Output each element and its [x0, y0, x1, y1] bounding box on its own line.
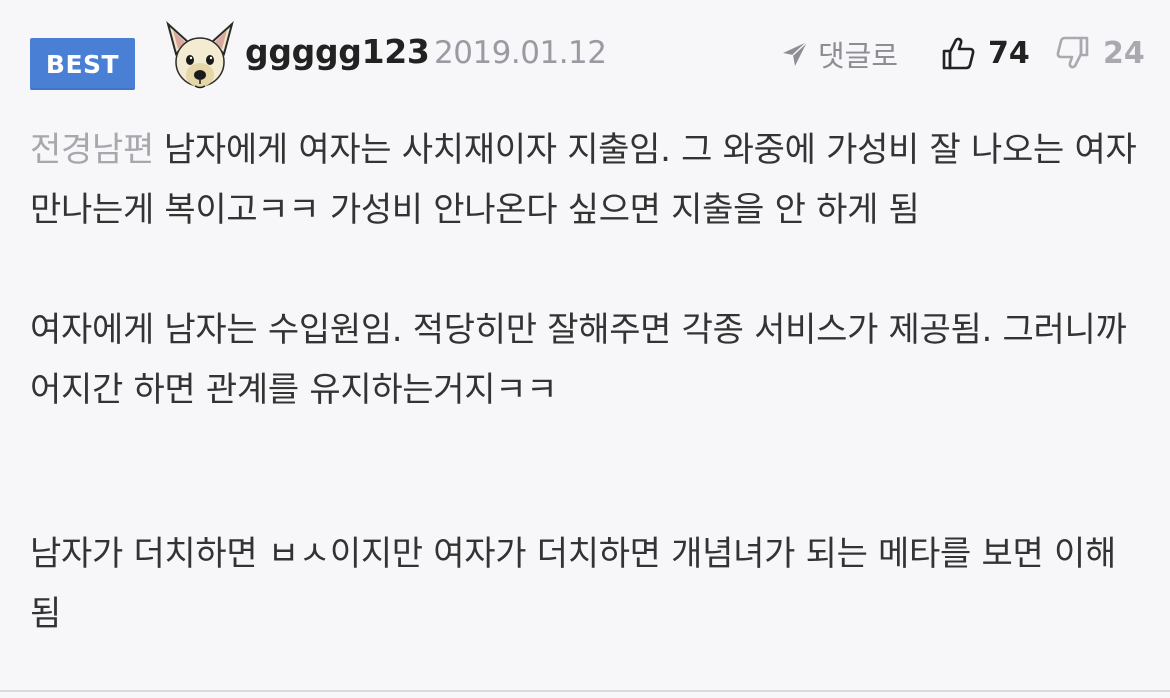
comment-paragraph: 여자에게 남자는 수입원임. 적당히만 잘해주면 각종 서비스가 제공됨. 그러…: [30, 310, 1127, 410]
reply-label: 댓글로: [818, 39, 899, 73]
user-avatar[interactable]: [162, 20, 238, 96]
best-badge: BEST: [30, 38, 135, 90]
like-count: 74: [988, 35, 1030, 71]
thumbs-up-icon: [942, 37, 975, 70]
dislike-button[interactable]: 24: [1055, 32, 1145, 74]
reply-button[interactable]: 댓글로: [780, 34, 898, 74]
dislike-count: 24: [1103, 35, 1145, 71]
paragraph-text: 남자에게 여자는 사치재이자 지출임. 그 와중에 가성비 잘 나오는 여자 만…: [30, 130, 1137, 230]
thumbs-down-icon: [1056, 36, 1089, 69]
username[interactable]: ggggg123: [245, 32, 430, 71]
like-button[interactable]: 74: [940, 32, 1030, 74]
comment-header: BEST ggggg123 2019.01.12 댓글로 74 24: [0, 0, 1170, 110]
comment-paragraph: 전경남편 남자에게 여자는 사치재이자 지출임. 그 와중에 가성비 잘 나오는 …: [30, 120, 1140, 240]
send-arrow-icon: [783, 41, 808, 66]
reply-to-user[interactable]: 전경남편: [30, 130, 154, 170]
comment-date: 2019.01.12: [434, 35, 607, 71]
comment-body: 전경남편 남자에게 여자는 사치재이자 지출임. 그 와중에 가성비 잘 나오는 …: [30, 120, 1140, 644]
comment-card: BEST ggggg123 2019.01.12 댓글로 74 24 전경남편 …: [0, 0, 1170, 698]
bottom-divider: [0, 690, 1170, 692]
comment-paragraph: 남자가 더치하면 ㅂㅅ이지만 여자가 더치하면 개념녀가 되는 메타를 보면 이…: [30, 534, 1116, 634]
dog-avatar-icon: [166, 21, 234, 89]
